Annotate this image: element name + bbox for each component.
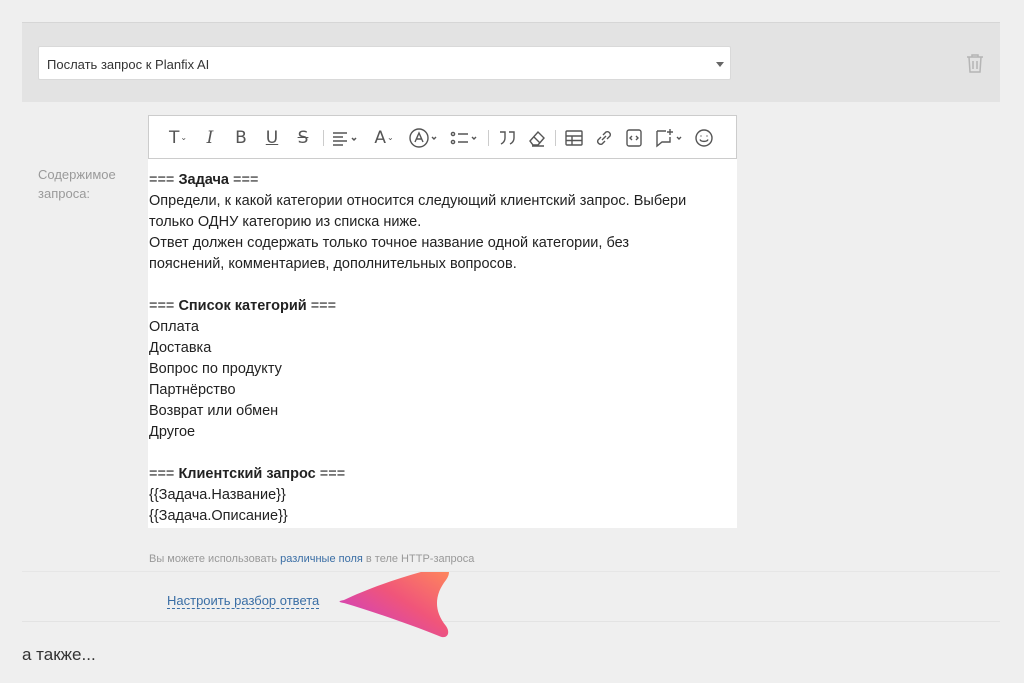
- heading-task: === Задача ===: [149, 172, 259, 188]
- fields-hint: Вы можете использовать различные поля в …: [149, 553, 475, 565]
- heading-categories: === Список категорий ===: [149, 298, 337, 314]
- italic-icon[interactable]: I: [201, 127, 219, 149]
- insert-icon[interactable]: [653, 127, 685, 149]
- align-icon[interactable]: [331, 127, 361, 149]
- action-select-value: Послать запрос к Planfix AI: [47, 57, 210, 72]
- trash-icon[interactable]: [965, 52, 985, 74]
- configure-response-parsing-link[interactable]: Настроить разбор ответа: [167, 593, 320, 609]
- bold-icon[interactable]: B: [232, 127, 250, 149]
- text-style-icon[interactable]: T⌄: [163, 127, 193, 149]
- variable-line: {{Задача.Название}}: [149, 487, 286, 503]
- empty-line: [149, 443, 737, 464]
- category-item: Возврат или обмен: [149, 403, 279, 419]
- action-header: Послать запрос к Planfix AI: [22, 22, 1000, 102]
- action-select[interactable]: Послать запрос к Planfix AI: [38, 46, 731, 80]
- text-line: пояснений, комментариев, дополнительных …: [149, 256, 517, 272]
- table-icon[interactable]: [563, 127, 585, 149]
- category-item: Вопрос по продукту: [149, 361, 282, 377]
- variable-line: {{Задача.Описание}}: [149, 508, 288, 524]
- caret-down-icon: [716, 62, 724, 67]
- code-icon[interactable]: [623, 127, 645, 149]
- text-line: Определи, к какой категории относится сл…: [149, 193, 687, 209]
- empty-line: [149, 275, 737, 296]
- also-label: а также...: [22, 645, 96, 664]
- category-item: Оплата: [149, 319, 199, 335]
- background-color-icon[interactable]: [407, 127, 441, 149]
- underline-icon[interactable]: U: [263, 127, 281, 149]
- category-item: Доставка: [149, 340, 212, 356]
- editor-toolbar: T⌄ I B U S A⌄: [148, 115, 737, 159]
- text-line: Ответ должен содержать только точное наз…: [149, 235, 629, 251]
- rich-text-editor: T⌄ I B U S A⌄ === Задача === Определи, к…: [148, 115, 737, 528]
- emoji-icon[interactable]: [693, 127, 715, 149]
- field-label: Содержимое запроса:: [38, 167, 116, 201]
- heading-client-request: === Клиентский запрос ===: [149, 466, 346, 482]
- pointer-arrow-icon: [339, 572, 449, 638]
- text-line: только ОДНУ категорию из списка ниже.: [149, 214, 422, 230]
- request-body-section: Содержимое запроса: T⌄ I B U S A⌄ === За…: [22, 102, 1000, 572]
- font-color-icon[interactable]: A⌄: [369, 127, 399, 149]
- link-icon[interactable]: [593, 127, 615, 149]
- strikethrough-icon[interactable]: S: [294, 127, 312, 149]
- fields-link[interactable]: различные поля: [280, 553, 363, 565]
- clear-format-icon[interactable]: [526, 127, 548, 149]
- category-item: Другое: [149, 424, 196, 440]
- editor-content[interactable]: === Задача === Определи, к какой категор…: [148, 159, 737, 528]
- category-item: Партнёрство: [149, 382, 236, 398]
- action-panel: Послать запрос к Planfix AI Содержимое з…: [22, 22, 1000, 638]
- response-parsing-section: Настроить разбор ответа: [22, 572, 1000, 638]
- list-icon[interactable]: [449, 127, 481, 149]
- quote-icon[interactable]: [496, 127, 518, 149]
